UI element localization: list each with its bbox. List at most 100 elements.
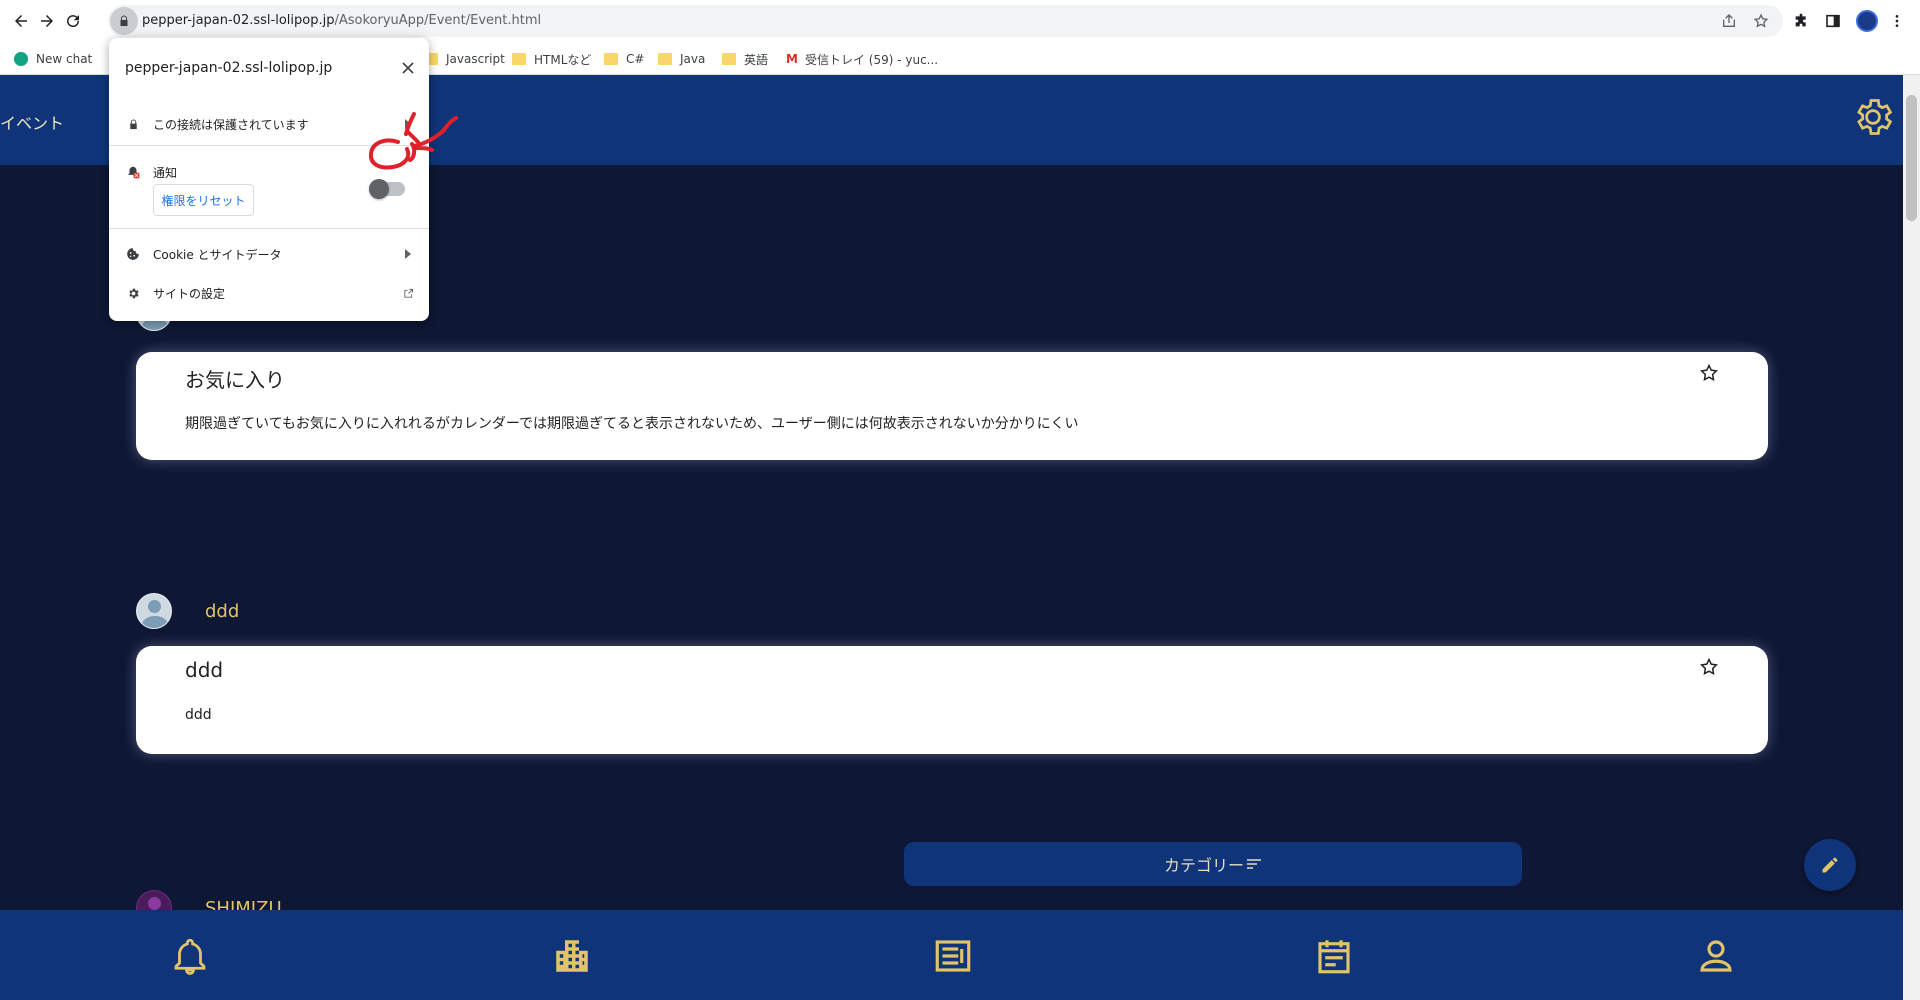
chevron-right-icon bbox=[402, 248, 414, 260]
url-text[interactable]: pepper-japan-02.ssl-lolipop.jp/AsokoryuA… bbox=[142, 13, 541, 28]
category-label: カテゴリー bbox=[1163, 856, 1244, 875]
site-info-button[interactable] bbox=[110, 7, 138, 35]
reset-permissions-button[interactable]: 権限をリセット bbox=[153, 184, 254, 216]
bookmark-folder-csharp[interactable]: C# bbox=[604, 51, 644, 67]
arrow-left-icon bbox=[15, 15, 27, 27]
gmail-icon: M bbox=[786, 52, 798, 66]
bottom-navigation bbox=[0, 910, 1903, 1000]
nav-notifications[interactable] bbox=[166, 932, 214, 980]
bookmark-gmail[interactable]: M 受信トレイ (59) - yuc... bbox=[786, 51, 938, 67]
reload-icon bbox=[67, 15, 80, 28]
chrome-menu-button[interactable] bbox=[1886, 10, 1908, 32]
building-icon bbox=[556, 940, 588, 972]
username: SHIMIZU bbox=[205, 897, 282, 911]
scrollbar-thumb[interactable] bbox=[1906, 95, 1917, 221]
notification-label: 通知 bbox=[153, 165, 178, 180]
cookie-row[interactable]: Cookie とサイトデータ bbox=[109, 236, 429, 272]
article-icon bbox=[935, 940, 971, 972]
avatar bbox=[136, 890, 172, 910]
username: ddd bbox=[205, 600, 240, 622]
favorite-button[interactable] bbox=[1699, 363, 1721, 385]
star-outline-icon bbox=[1753, 13, 1769, 28]
bookmark-label: 受信トレイ (59) - yuc... bbox=[804, 52, 939, 67]
popup-close-button[interactable] bbox=[398, 58, 418, 78]
avatar bbox=[136, 593, 172, 629]
reload-button[interactable] bbox=[61, 9, 85, 33]
share-button[interactable] bbox=[1719, 11, 1739, 31]
bookmark-folder-java[interactable]: Java bbox=[658, 51, 705, 67]
more-vert-icon bbox=[1895, 15, 1899, 27]
bookmark-new-chat[interactable]: New chat bbox=[14, 51, 92, 67]
chevron-right-icon bbox=[402, 118, 414, 130]
event-card[interactable]: お気に入り 期限過ぎていてもお気に入りに入れれるがカレンダーでは期限過ぎてると表… bbox=[136, 352, 1768, 460]
gear-icon bbox=[1857, 99, 1893, 135]
star-outline-icon bbox=[1700, 657, 1718, 675]
side-panel-button[interactable] bbox=[1822, 10, 1844, 32]
popup-host: pepper-japan-02.ssl-lolipop.jp bbox=[125, 60, 333, 76]
bookmark-folder-html[interactable]: HTMLなど bbox=[512, 51, 591, 67]
folder-icon bbox=[512, 53, 526, 65]
site-info-popup: pepper-japan-02.ssl-lolipop.jp この接続は保護され… bbox=[109, 38, 429, 321]
close-icon bbox=[402, 62, 414, 74]
back-button[interactable] bbox=[9, 9, 33, 33]
bookmark-label: Javascript bbox=[446, 52, 505, 66]
post-author[interactable]: SHIMIZU bbox=[136, 890, 282, 910]
bookmark-label: HTMLなど bbox=[534, 52, 592, 67]
bookmark-folder-english[interactable]: 英語 bbox=[722, 51, 768, 67]
star-outline-icon bbox=[1700, 363, 1718, 381]
settings-button[interactable] bbox=[1851, 95, 1895, 139]
folder-icon bbox=[722, 53, 736, 65]
bookmark-star-button[interactable] bbox=[1751, 11, 1771, 31]
divider bbox=[109, 145, 429, 146]
extensions-button[interactable] bbox=[1790, 10, 1812, 32]
person-icon bbox=[1700, 940, 1732, 972]
open-in-new-icon bbox=[402, 287, 414, 299]
category-filter-button[interactable]: カテゴリー bbox=[904, 842, 1522, 886]
side-panel-icon bbox=[1826, 14, 1840, 28]
nav-articles[interactable] bbox=[929, 932, 977, 980]
chatgpt-icon bbox=[14, 52, 28, 66]
site-settings-label: サイトの設定 bbox=[153, 286, 226, 301]
pencil-icon bbox=[1822, 857, 1838, 873]
puzzle-icon bbox=[1795, 13, 1806, 27]
toggle-knob bbox=[369, 179, 389, 199]
event-body: ddd bbox=[185, 707, 212, 723]
cookie-icon bbox=[125, 246, 141, 262]
connection-secure-row[interactable]: この接続は保護されています bbox=[109, 106, 429, 142]
bookmark-label: Java bbox=[680, 52, 706, 66]
url-path: /AsokoryuApp/Event/Event.html bbox=[334, 13, 542, 28]
gear-icon bbox=[125, 285, 141, 301]
bookmark-label: 英語 bbox=[744, 52, 769, 67]
notification-blocked-icon bbox=[125, 164, 141, 180]
nav-facilities[interactable] bbox=[548, 932, 596, 980]
event-title: お気に入り bbox=[185, 368, 285, 392]
lock-icon bbox=[120, 15, 128, 26]
divider bbox=[109, 228, 429, 229]
event-body: 期限過ぎていてもお気に入りに入れれるがカレンダーでは期限過ぎてると表示されないた… bbox=[185, 416, 1079, 432]
bookmark-folder-javascript[interactable]: Javascript bbox=[424, 51, 505, 67]
create-post-button[interactable] bbox=[1804, 839, 1856, 891]
bell-icon bbox=[174, 938, 206, 975]
profile-avatar[interactable] bbox=[1856, 10, 1878, 32]
favorite-button[interactable] bbox=[1699, 657, 1721, 679]
bookmark-label: New chat bbox=[36, 52, 93, 66]
nav-events[interactable] bbox=[1310, 932, 1358, 980]
sort-icon bbox=[1247, 859, 1261, 869]
post-author[interactable]: ddd bbox=[136, 593, 239, 629]
url-host: pepper-japan-02.ssl-lolipop.jp bbox=[142, 13, 335, 28]
event-card[interactable]: ddd ddd bbox=[136, 646, 1768, 754]
share-icon bbox=[1723, 14, 1735, 27]
lock-icon bbox=[125, 116, 141, 132]
site-settings-row[interactable]: サイトの設定 bbox=[109, 275, 429, 311]
bookmark-label: C# bbox=[626, 52, 645, 66]
folder-icon bbox=[604, 53, 618, 65]
nav-profile[interactable] bbox=[1692, 932, 1740, 980]
forward-button[interactable] bbox=[35, 9, 59, 33]
calendar-icon bbox=[1318, 940, 1350, 974]
browser-toolbar: pepper-japan-02.ssl-lolipop.jp/AsokoryuA… bbox=[0, 0, 1920, 42]
connection-label: この接続は保護されています bbox=[153, 117, 309, 132]
folder-icon bbox=[658, 53, 672, 65]
event-title: ddd bbox=[185, 658, 224, 682]
cookie-label: Cookie とサイトデータ bbox=[153, 247, 282, 262]
page-title: イベント bbox=[0, 114, 65, 133]
